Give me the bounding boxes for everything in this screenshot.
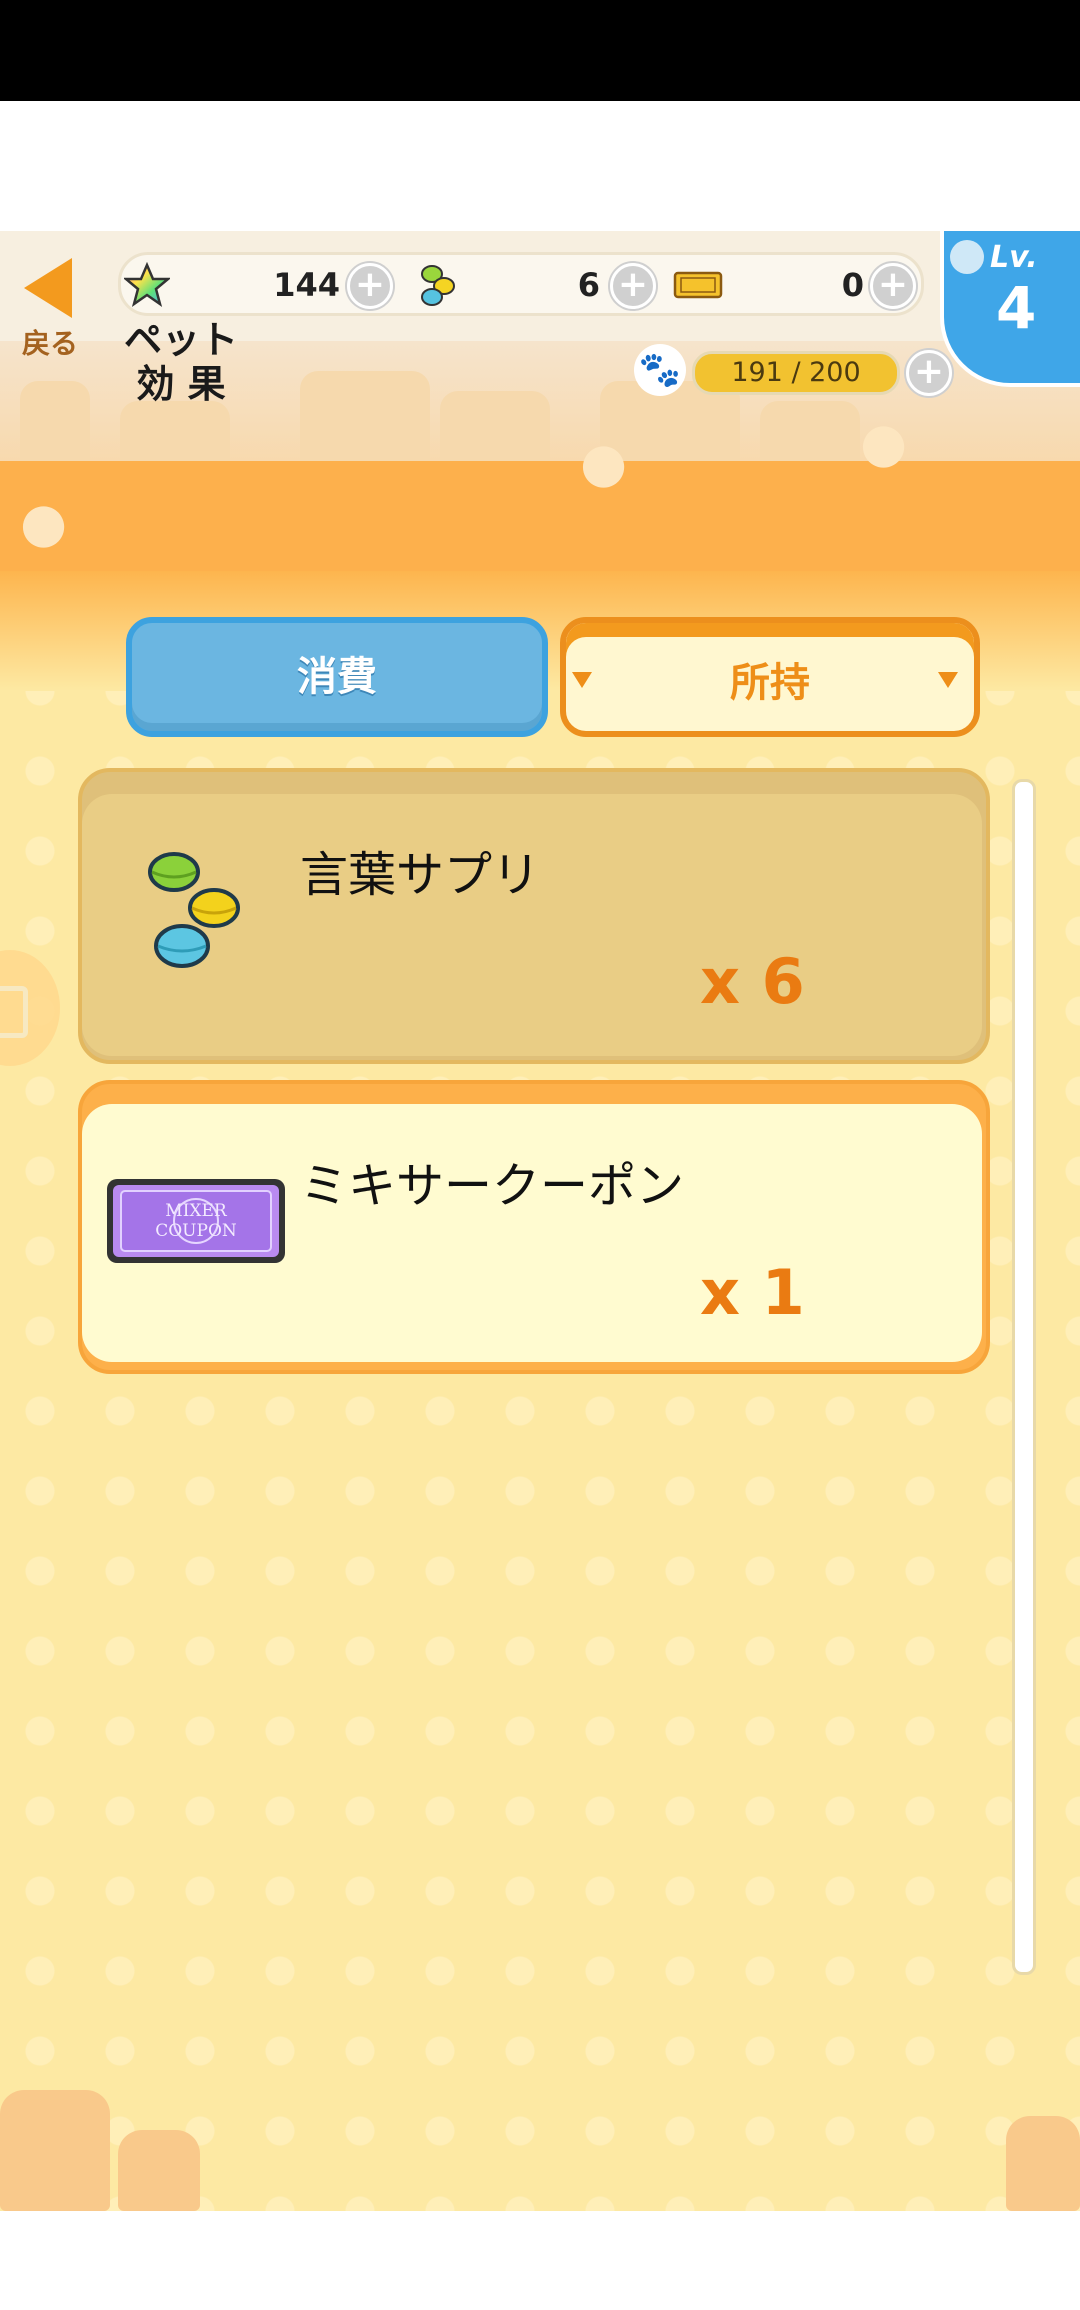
supplement-count: 6 <box>577 266 600 304</box>
rainbow-star-icon <box>124 262 170 307</box>
paw-print-decoration: ● <box>20 491 68 554</box>
level-badge-dot <box>950 240 984 274</box>
item-name: 言葉サプリ <box>300 847 541 903</box>
paw-print-decoration: ● <box>860 411 908 474</box>
supplement-icon <box>421 265 455 306</box>
resource-bar <box>118 252 924 316</box>
back-button[interactable]: 戻る <box>10 250 90 360</box>
add-supplements-button[interactable]: + <box>610 263 656 309</box>
jar-decoration <box>1006 2116 1080 2211</box>
tab-consume[interactable]: 消費 <box>126 617 548 737</box>
top-spacer <box>0 101 1080 231</box>
back-arrow-icon <box>24 258 72 318</box>
bag-decoration <box>0 2090 110 2211</box>
add-stars-button[interactable]: + <box>347 263 393 309</box>
back-label: 戻る <box>22 327 79 360</box>
item-name: ミキサークーポン <box>300 1158 685 1214</box>
coupon-count: 0 <box>841 266 864 304</box>
mixer-coupon-ticket-icon: MIXER COUPON <box>107 1179 285 1263</box>
add-paw-points-button[interactable]: + <box>906 350 952 396</box>
level-value: 4 <box>996 274 1037 342</box>
page-title-line2: 効 果 <box>136 362 226 406</box>
bottom-spacer <box>0 2211 1080 2310</box>
jar-decoration <box>118 2130 200 2211</box>
paw-print-decoration: ● <box>580 431 628 494</box>
header-orange-band <box>0 461 1080 571</box>
side-drawer-icon <box>0 986 28 1038</box>
item-quantity: x 6 <box>700 945 805 1018</box>
paw-icon: 🐾 <box>634 344 686 396</box>
svg-text:COUPON: COUPON <box>155 1221 237 1241</box>
list-scrollbar[interactable] <box>1012 779 1036 1975</box>
add-coupons-button[interactable]: + <box>870 263 916 309</box>
tab-owned[interactable]: 所持 <box>560 617 980 737</box>
status-bar <box>0 0 1080 101</box>
item-quantity: x 1 <box>700 1256 805 1329</box>
golden-ticket-icon <box>673 271 723 299</box>
dropdown-arrow-icon <box>938 672 958 688</box>
paw-progress-bar: 191 / 200 <box>692 351 900 395</box>
colored-macaron-supplement-icon <box>148 852 240 968</box>
star-count: 144 <box>273 266 340 304</box>
page-title-line1: ペット <box>123 318 238 362</box>
dropdown-arrow-icon <box>572 672 592 688</box>
page-title: ペット 効 果 <box>116 318 246 406</box>
svg-text:MIXER: MIXER <box>165 1201 228 1221</box>
level-label: Lv. <box>990 240 1038 275</box>
